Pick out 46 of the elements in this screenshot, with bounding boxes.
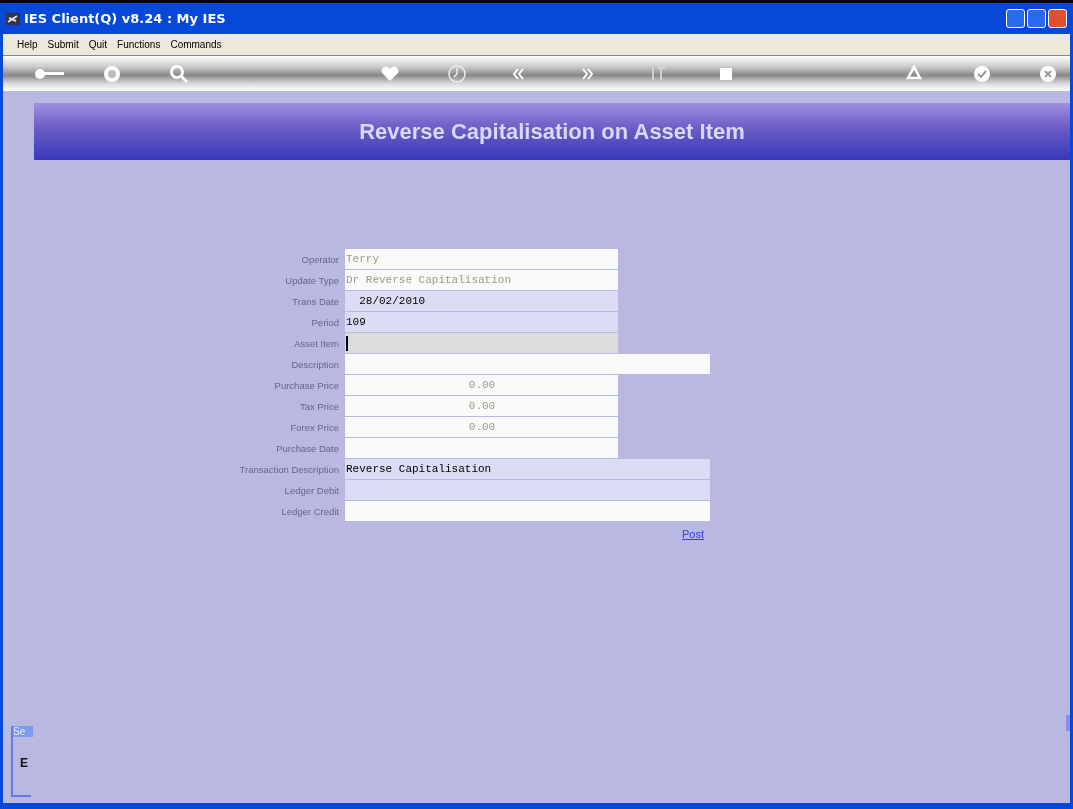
key-icon[interactable] bbox=[33, 66, 65, 81]
field-label: Ledger Debit bbox=[283, 484, 340, 496]
scroll-marker bbox=[1066, 715, 1070, 731]
menu-item[interactable]: Quit bbox=[88, 39, 108, 50]
rewind-icon[interactable] bbox=[511, 66, 525, 81]
field-label: Purchase Price bbox=[273, 379, 340, 391]
help-icon[interactable] bbox=[103, 64, 121, 83]
heart-icon[interactable] bbox=[381, 65, 399, 82]
check-icon[interactable] bbox=[973, 64, 991, 83]
search-icon[interactable] bbox=[169, 63, 189, 84]
fast-forward-icon[interactable] bbox=[581, 66, 595, 81]
maximize-button[interactable] bbox=[1027, 9, 1046, 28]
panel-glyph: E bbox=[20, 756, 28, 770]
input-field[interactable]: 28/02/2010 bbox=[345, 291, 618, 311]
menu-item[interactable]: Submit bbox=[47, 39, 79, 50]
columns-icon[interactable] bbox=[650, 65, 666, 82]
field-label: Trans Date bbox=[291, 295, 340, 307]
input-field[interactable] bbox=[345, 501, 710, 521]
field-label: Transaction Description bbox=[238, 463, 340, 475]
window-title: IES Client(Q) v8.24 : My IES bbox=[24, 11, 227, 26]
input-field[interactable] bbox=[345, 333, 618, 353]
menu-item[interactable]: Help bbox=[17, 39, 38, 50]
stop-icon[interactable] bbox=[719, 66, 733, 81]
menu-item[interactable]: Commands bbox=[170, 39, 222, 50]
field-label: Period bbox=[310, 316, 340, 328]
minimize-button[interactable] bbox=[1006, 9, 1025, 28]
field-label: Asset Item bbox=[293, 337, 340, 349]
close-button[interactable] bbox=[1048, 9, 1067, 28]
field-label: Tax Price bbox=[298, 400, 340, 412]
field-label: Description bbox=[290, 358, 340, 370]
field-label: Purchase Date bbox=[275, 442, 340, 454]
field-label: Update Type bbox=[284, 274, 340, 286]
input-field[interactable] bbox=[345, 438, 618, 458]
field-label: Operator bbox=[300, 253, 340, 265]
input-field[interactable] bbox=[345, 354, 710, 374]
page-title: Reverse Capitalisation on Asset Item bbox=[359, 118, 745, 145]
input-field[interactable]: 109 bbox=[345, 312, 618, 332]
menu-item[interactable]: Functions bbox=[117, 39, 161, 50]
input-field[interactable]: Reverse Capitalisation bbox=[345, 459, 710, 479]
clock-icon[interactable] bbox=[448, 64, 466, 83]
post-link[interactable]: Post bbox=[682, 528, 704, 540]
field-label: Ledger Credit bbox=[280, 505, 340, 517]
cancel-icon[interactable] bbox=[1039, 64, 1057, 83]
app-icon bbox=[6, 12, 20, 25]
input-field[interactable] bbox=[345, 480, 710, 500]
field-label: Forex Price bbox=[289, 421, 340, 433]
